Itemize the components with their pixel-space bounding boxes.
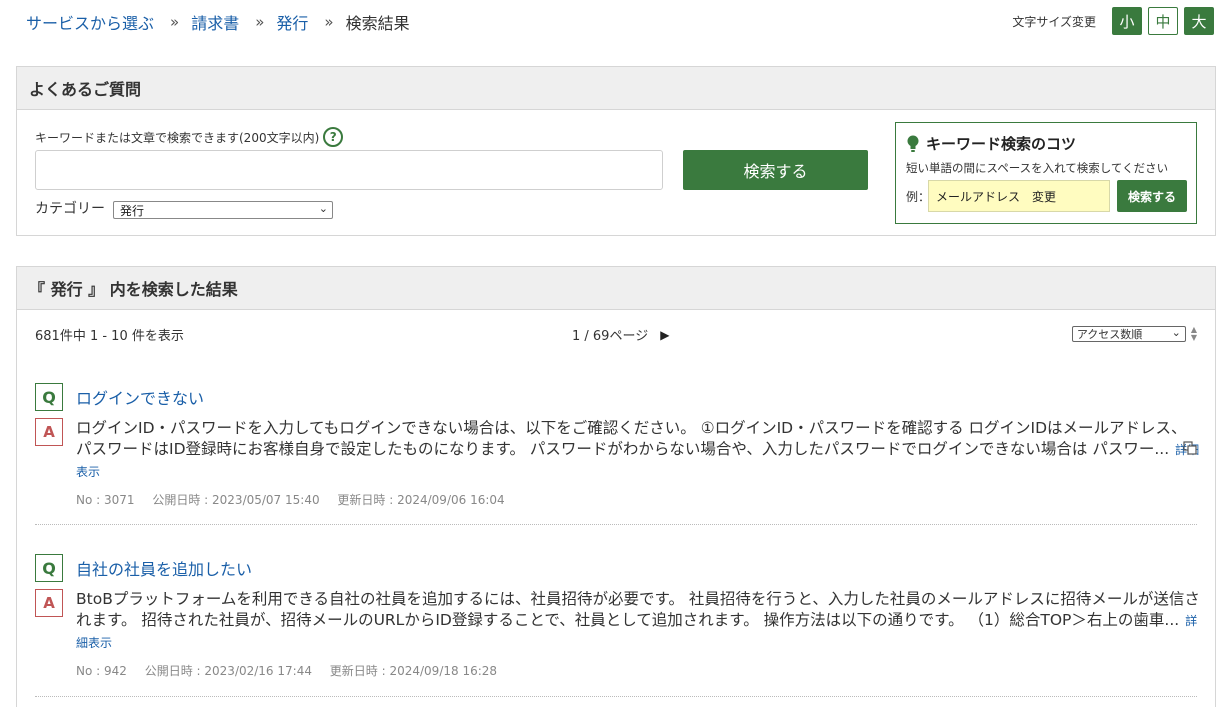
chevron-down-icon: ⌄	[1171, 326, 1181, 339]
breadcrumb-separator: »	[255, 13, 265, 31]
pagination: 1 / 69ページ ▶	[572, 325, 669, 345]
font-size-large-button[interactable]: 大	[1184, 7, 1214, 35]
font-size-label: 文字サイズ変更	[1012, 14, 1096, 29]
question-title-link[interactable]: 自社の社員を追加したい	[76, 556, 252, 580]
sort-control: アクセス数順 ⌄ ▲ ▼	[1071, 326, 1197, 342]
breadcrumb-link-issue[interactable]: 発行	[276, 10, 308, 34]
keyword-label: キーワードまたは文章で検索できます(200文字以内)	[35, 130, 320, 145]
question-badge: Q	[35, 554, 63, 582]
question-badge: Q	[35, 383, 63, 411]
font-size-medium-button[interactable]: 中	[1148, 7, 1178, 35]
breadcrumb-link-invoice[interactable]: 請求書	[191, 10, 239, 34]
breadcrumb: サービスから選ぶ » 請求書 » 発行 » 検索結果	[26, 10, 410, 34]
breadcrumb-link-services[interactable]: サービスから選ぶ	[26, 10, 154, 34]
published-date: 公開日時 : 2023/02/16 17:44	[144, 664, 312, 678]
breadcrumb-separator: »	[324, 13, 334, 31]
results-title: 『 発行 』 内を検索した結果	[17, 267, 1215, 310]
category-label: カテゴリー	[35, 201, 105, 217]
sort-selected-value: アクセス数順	[1076, 328, 1143, 341]
faq-meta: No : 3071 公開日時 : 2023/05/07 15:40 更新日時 :…	[76, 491, 519, 508]
next-page-icon[interactable]: ▶	[660, 328, 669, 342]
tips-search-button[interactable]: 検索する	[1117, 180, 1187, 212]
answer-excerpt: ログインID・パスワードを入力してもログインできない場合は、以下をご確認ください…	[76, 418, 1201, 483]
search-button[interactable]: 検索する	[683, 150, 868, 190]
published-date: 公開日時 : 2023/05/07 15:40	[152, 493, 320, 507]
answer-text: ログインID・パスワードを入力してもログインできない場合は、以下をご確認ください…	[76, 419, 1187, 458]
category-select[interactable]: 発行 ⌄	[113, 201, 333, 219]
updated-date: 更新日時 : 2024/09/06 16:04	[337, 493, 505, 507]
tips-description: 短い単語の間にスペースを入れて検索してください	[906, 161, 1169, 175]
keyword-label-row: キーワードまたは文章で検索できます(200文字以内) ?	[35, 127, 344, 147]
help-icon[interactable]: ?	[323, 127, 344, 147]
page-indicator: 1 / 69ページ	[572, 329, 649, 344]
answer-text: BtoBプラットフォームを利用できる自社の社員を追加するには、社員招待が必要です…	[76, 590, 1200, 629]
tips-title-row: キーワード検索のコツ	[906, 133, 1076, 154]
question-title-link[interactable]: ログインできない	[76, 385, 204, 409]
faq-result-item: Q 自社の社員を追加したい A BtoBプラットフォームを利用できる自社の社員を…	[35, 552, 1200, 707]
answer-badge: A	[35, 589, 63, 617]
answer-badge: A	[35, 418, 63, 446]
item-divider	[35, 524, 1197, 525]
chevron-down-icon: ⌄	[318, 202, 328, 215]
keyword-tips-box: キーワード検索のコツ 短い単語の間にスペースを入れて検索してください 例： メー…	[895, 122, 1197, 224]
faq-panel-title: よくあるご質問	[17, 67, 1215, 110]
updated-date: 更新日時 : 2024/09/18 16:28	[329, 664, 498, 678]
tips-example-keyword: メールアドレス 変更	[928, 180, 1110, 212]
faq-result-item: Q ログインできない A ログインID・パスワードを入力してもログインできない場…	[35, 381, 1199, 541]
font-size-small-button[interactable]: 小	[1112, 7, 1142, 35]
font-size-control: 文字サイズ変更 小 中 大	[1012, 7, 1214, 35]
faq-number: No : 3071	[76, 493, 135, 507]
tips-example-label: 例：	[906, 190, 931, 204]
faq-number: No : 942	[76, 664, 127, 678]
search-results-panel: 『 発行 』 内を検索した結果 681件中 1 - 10 件を表示 1 / 69…	[16, 266, 1216, 707]
results-count: 681件中 1 - 10 件を表示	[35, 329, 184, 344]
lightbulb-icon	[907, 135, 919, 152]
answer-excerpt: BtoBプラットフォームを利用できる自社の社員を追加するには、社員招待が必要です…	[76, 589, 1201, 654]
sort-order-icon[interactable]: ▲ ▼	[1191, 326, 1197, 342]
tips-title: キーワード検索のコツ	[926, 135, 1077, 153]
breadcrumb-current: 検索結果	[345, 14, 410, 33]
keyword-search-input[interactable]	[35, 150, 663, 190]
faq-meta: No : 942 公開日時 : 2023/02/16 17:44 更新日時 : …	[76, 662, 511, 679]
breadcrumb-separator: »	[170, 13, 180, 31]
item-divider	[35, 696, 1197, 697]
external-link-icon[interactable]	[1183, 441, 1197, 455]
sort-select[interactable]: アクセス数順 ⌄	[1071, 326, 1186, 342]
category-selected-value: 発行	[120, 203, 145, 218]
faq-search-panel: よくあるご質問 キーワードまたは文章で検索できます(200文字以内) ? 検索す…	[16, 66, 1216, 236]
